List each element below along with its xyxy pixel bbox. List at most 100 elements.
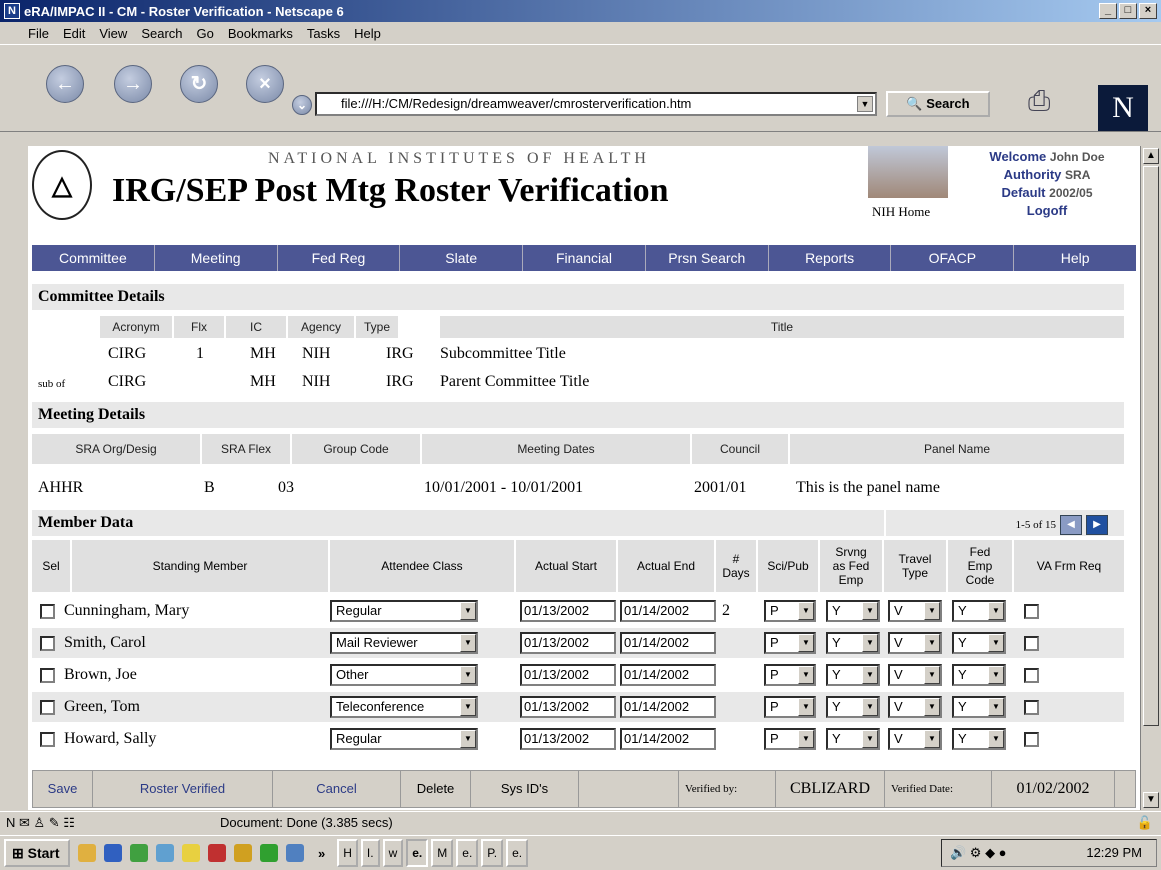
select-checkbox[interactable]: [40, 604, 55, 619]
menu-file[interactable]: File: [28, 26, 49, 41]
quicklaunch-icon[interactable]: [260, 844, 278, 862]
print-icon[interactable]: ⎙: [1028, 85, 1068, 125]
attendee-class-select[interactable]: Regular ▼: [330, 600, 478, 622]
travel-type-select[interactable]: V ▼: [888, 632, 942, 654]
actual-end-input[interactable]: 01/14/2002: [620, 632, 716, 654]
select-checkbox[interactable]: [40, 700, 55, 715]
sci-pub-select[interactable]: P ▼: [764, 632, 816, 654]
sys-ids-button[interactable]: Sys ID's: [471, 770, 579, 808]
actual-start-input[interactable]: 01/13/2002: [520, 600, 616, 622]
fed-emp-code-select[interactable]: Y ▼: [952, 696, 1006, 718]
va-frm-req-checkbox[interactable]: [1024, 604, 1039, 619]
quicklaunch-icon[interactable]: [208, 844, 226, 862]
nav-meeting[interactable]: Meeting: [155, 245, 278, 271]
actual-end-input[interactable]: 01/14/2002: [620, 728, 716, 750]
taskbar-button[interactable]: w: [382, 839, 404, 867]
srvng-select[interactable]: Y ▼: [826, 728, 880, 750]
url-dropdown-icon[interactable]: ▼: [857, 96, 873, 112]
va-frm-req-checkbox[interactable]: [1024, 732, 1039, 747]
stop-icon[interactable]: ×: [246, 65, 284, 103]
nav-committee[interactable]: Committee: [32, 245, 155, 271]
sci-pub-select[interactable]: P ▼: [764, 600, 816, 622]
select-checkbox[interactable]: [40, 732, 55, 747]
travel-type-select[interactable]: V ▼: [888, 696, 942, 718]
close-button[interactable]: ×: [1139, 3, 1157, 19]
travel-type-select[interactable]: V ▼: [888, 600, 942, 622]
sci-pub-select[interactable]: P ▼: [764, 728, 816, 750]
taskbar-button[interactable]: e.: [456, 839, 479, 867]
taskbar-button[interactable]: I.: [360, 839, 380, 867]
sci-pub-select[interactable]: P ▼: [764, 696, 816, 718]
ie-icon[interactable]: [104, 844, 122, 862]
menu-go[interactable]: Go: [197, 26, 214, 41]
srvng-select[interactable]: Y ▼: [826, 696, 880, 718]
actual-start-input[interactable]: 01/13/2002: [520, 696, 616, 718]
fed-emp-code-select[interactable]: Y ▼: [952, 600, 1006, 622]
actual-start-input[interactable]: 01/13/2002: [520, 728, 616, 750]
va-frm-req-checkbox[interactable]: [1024, 700, 1039, 715]
scroll-up-icon[interactable]: ▲: [1143, 148, 1159, 164]
menu-help[interactable]: Help: [354, 26, 381, 41]
travel-type-select[interactable]: V ▼: [888, 664, 942, 686]
reload-icon[interactable]: ↻: [180, 65, 218, 103]
forward-icon[interactable]: →: [114, 65, 152, 103]
select-checkbox[interactable]: [40, 668, 55, 683]
sci-pub-select[interactable]: P ▼: [764, 664, 816, 686]
quicklaunch-icon[interactable]: [234, 844, 252, 862]
nav-fed-reg[interactable]: Fed Reg: [278, 245, 401, 271]
srvng-select[interactable]: Y ▼: [826, 632, 880, 654]
quicklaunch-icon[interactable]: [78, 844, 96, 862]
taskbar-button-active[interactable]: e.: [406, 839, 429, 867]
attendee-class-select[interactable]: Mail Reviewer ▼: [330, 632, 478, 654]
attendee-class-select[interactable]: Teleconference ▼: [330, 696, 478, 718]
more-icon[interactable]: »: [318, 846, 325, 861]
url-input[interactable]: file:///H:/CM/Redesign/dreamweaver/cmros…: [315, 92, 877, 116]
minimize-button[interactable]: _: [1099, 3, 1117, 19]
roster-verified-button[interactable]: Roster Verified: [93, 770, 273, 808]
actual-start-input[interactable]: 01/13/2002: [520, 664, 616, 686]
quicklaunch-icon[interactable]: [286, 844, 304, 862]
attendee-class-select[interactable]: Other ▼: [330, 664, 478, 686]
va-frm-req-checkbox[interactable]: [1024, 668, 1039, 683]
save-button[interactable]: Save: [33, 770, 93, 808]
nih-home-link[interactable]: NIH Home: [872, 204, 930, 220]
maximize-button[interactable]: □: [1119, 3, 1137, 19]
back-icon[interactable]: ←: [46, 65, 84, 103]
cancel-button[interactable]: Cancel: [273, 770, 401, 808]
quicklaunch-icon[interactable]: [182, 844, 200, 862]
nav-reports[interactable]: Reports: [769, 245, 892, 271]
select-checkbox[interactable]: [40, 636, 55, 651]
nih-building-image[interactable]: [868, 146, 948, 198]
vertical-scrollbar[interactable]: ▲ ▼: [1140, 146, 1161, 810]
travel-type-select[interactable]: V ▼: [888, 728, 942, 750]
menu-view[interactable]: View: [99, 26, 127, 41]
next-page-icon[interactable]: ▶: [1086, 515, 1108, 535]
fed-emp-code-select[interactable]: Y ▼: [952, 728, 1006, 750]
scroll-down-icon[interactable]: ▼: [1143, 792, 1159, 808]
va-frm-req-checkbox[interactable]: [1024, 636, 1039, 651]
nav-prsn-search[interactable]: Prsn Search: [646, 245, 769, 271]
start-button[interactable]: ⊞ Start: [4, 839, 70, 867]
menu-bookmarks[interactable]: Bookmarks: [228, 26, 293, 41]
actual-end-input[interactable]: 01/14/2002: [620, 600, 716, 622]
quicklaunch-icon[interactable]: [130, 844, 148, 862]
history-dropdown-icon[interactable]: ⌄: [292, 95, 312, 115]
taskbar-button[interactable]: M: [431, 839, 454, 867]
delete-button[interactable]: Delete: [401, 770, 471, 808]
taskbar-button[interactable]: H: [337, 839, 358, 867]
search-button[interactable]: 🔍 Search: [886, 91, 990, 117]
quicklaunch-icon[interactable]: [156, 844, 174, 862]
nav-financial[interactable]: Financial: [523, 245, 646, 271]
actual-start-input[interactable]: 01/13/2002: [520, 632, 616, 654]
fed-emp-code-select[interactable]: Y ▼: [952, 632, 1006, 654]
nav-help[interactable]: Help: [1014, 245, 1136, 271]
srvng-select[interactable]: Y ▼: [826, 600, 880, 622]
menu-search[interactable]: Search: [141, 26, 182, 41]
actual-end-input[interactable]: 01/14/2002: [620, 696, 716, 718]
attendee-class-select[interactable]: Regular ▼: [330, 728, 478, 750]
nav-ofacp[interactable]: OFACP: [891, 245, 1015, 271]
srvng-select[interactable]: Y ▼: [826, 664, 880, 686]
actual-end-input[interactable]: 01/14/2002: [620, 664, 716, 686]
scroll-thumb[interactable]: [1143, 166, 1159, 726]
logoff-link[interactable]: Logoff: [958, 202, 1136, 219]
